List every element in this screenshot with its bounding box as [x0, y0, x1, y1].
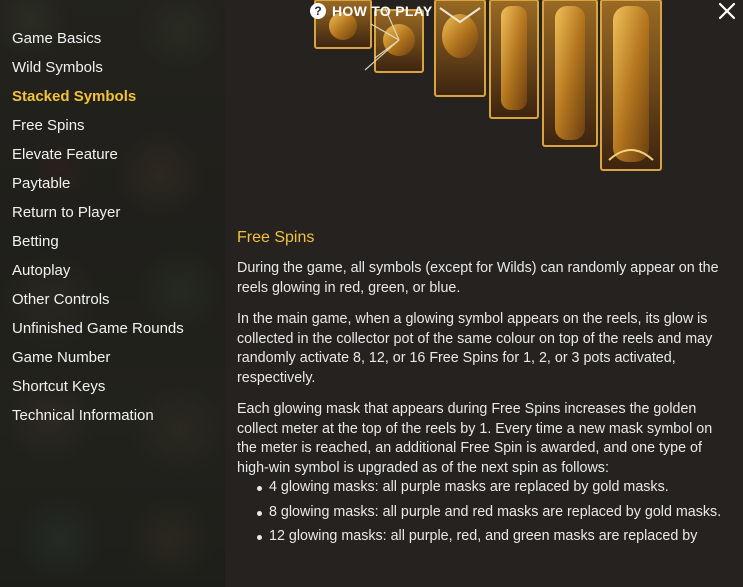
sidebar-item-technical-information[interactable]: Technical Information: [0, 401, 225, 430]
section-title: Free Spins: [237, 229, 315, 246]
list-item: 8 glowing masks: all purple and red mask…: [255, 503, 732, 523]
sidebar-item-shortcut-keys[interactable]: Shortcut Keys: [0, 372, 225, 401]
help-icon: ?: [310, 3, 326, 19]
sidebar-item-return-to-player[interactable]: Return to Player: [0, 198, 225, 227]
sidebar-item-game-number[interactable]: Game Number: [0, 343, 225, 372]
sidebar-item-betting[interactable]: Betting: [0, 227, 225, 256]
sidebar-item-autoplay[interactable]: Autoplay: [0, 256, 225, 285]
sidebar-item-unfinished-game-rounds[interactable]: Unfinished Game Rounds: [0, 314, 225, 343]
sidebar-item-stacked-symbols[interactable]: Stacked Symbols: [0, 82, 225, 111]
page-title: HOW TO PLAY: [332, 3, 433, 19]
sidebar-item-free-spins[interactable]: Free Spins: [0, 111, 225, 140]
sidebar-item-other-controls[interactable]: Other Controls: [0, 285, 225, 314]
sidebar-menu: Game Basics Wild Symbols Stacked Symbols…: [0, 24, 225, 430]
help-content: Free Spins During the game, all symbols …: [237, 228, 732, 552]
title-bar: ? HOW TO PLAY: [0, 0, 743, 22]
paragraph: During the game, all symbols (except for…: [237, 260, 719, 296]
sidebar-item-elevate-feature[interactable]: Elevate Feature: [0, 140, 225, 169]
sidebar-item-paytable[interactable]: Paytable: [0, 169, 225, 198]
reel-tile: [600, 0, 662, 171]
title-group: ? HOW TO PLAY: [310, 1, 433, 21]
free-spins-reel-artwork: [314, 0, 662, 171]
paragraph: In the main game, when a glowing symbol …: [237, 311, 713, 386]
sidebar-item-game-basics[interactable]: Game Basics: [0, 24, 225, 53]
list-item: 4 glowing masks: all purple masks are re…: [255, 478, 732, 498]
upgrade-list: 4 glowing masks: all purple masks are re…: [237, 478, 732, 547]
close-icon[interactable]: [717, 1, 737, 21]
paragraph: Each glowing mask that appears during Fr…: [237, 401, 713, 476]
sidebar-item-wild-symbols[interactable]: Wild Symbols: [0, 53, 225, 82]
how-to-play-window: ? HOW TO PLAY Game Basics Wild Symbols S…: [0, 0, 743, 587]
list-item: 12 glowing masks: all purple, red, and g…: [255, 527, 732, 547]
